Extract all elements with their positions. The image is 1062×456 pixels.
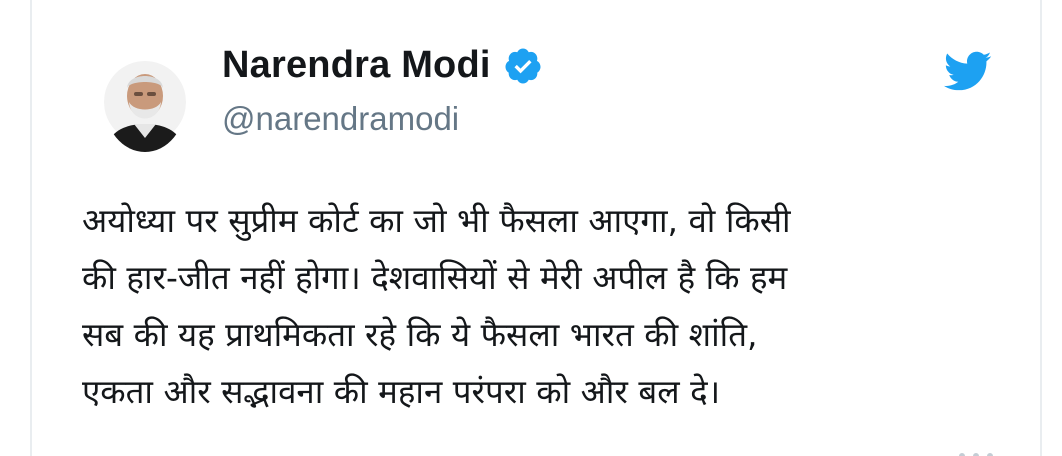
tweet-text: अयोध्या पर सुप्रीम कोर्ट का जो भी फैसला … <box>82 192 1012 420</box>
author-name-row: Narendra Modi <box>222 44 543 87</box>
avatar-portrait <box>104 61 186 152</box>
twitter-bird-icon[interactable] <box>942 50 992 92</box>
avatar[interactable] <box>104 52 186 152</box>
tweet-text-line: एकता और सद्भावना की महान परंपरा को और बल… <box>82 372 721 411</box>
author-handle[interactable]: @narendramodi <box>222 100 459 138</box>
tweet-card: Narendra Modi @narendramodi अयोध्या पर स… <box>32 0 1040 456</box>
tweet-text-line: अयोध्या पर सुप्रीम कोर्ट का जो भी फैसला … <box>82 201 791 240</box>
author-display-name[interactable]: Narendra Modi <box>222 44 491 87</box>
tweet-text-line: की हार-जीत नहीं होगा। देशवासियों से मेरी… <box>82 258 788 297</box>
more-options-icon[interactable] <box>956 448 996 456</box>
card-right-border <box>1040 0 1042 456</box>
verified-badge-icon <box>505 48 541 83</box>
tweet-text-line: सब की यह प्राथमिकता रहे कि ये फैसला भारत… <box>82 315 758 354</box>
